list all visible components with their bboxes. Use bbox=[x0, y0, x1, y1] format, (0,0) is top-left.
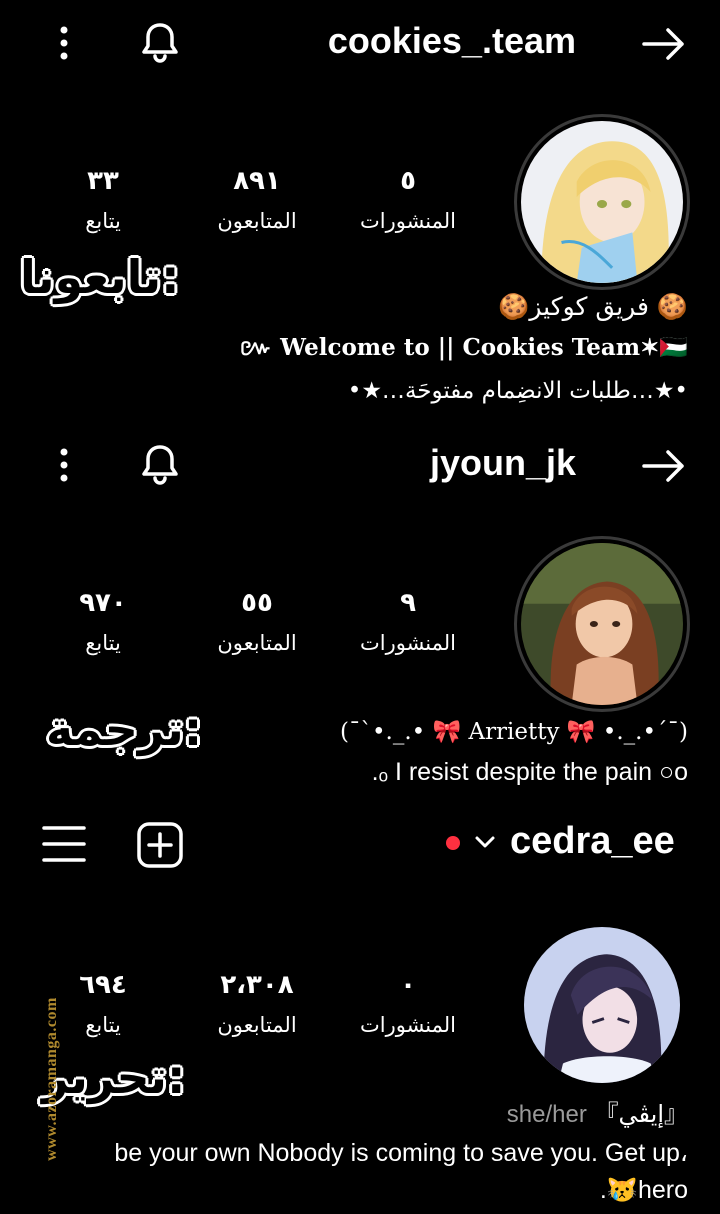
posts-count: ٠ bbox=[400, 970, 416, 1000]
followers-count: ٢،٣٠٨ bbox=[220, 970, 294, 1000]
profile-cedra-ee: cedra_ee ٠ المنشورات ٢،٣٠٨ المتابعون ٦٩٤… bbox=[0, 0, 720, 1214]
bio-line-1: be your own Nobody is coming to save you… bbox=[114, 1139, 688, 1167]
followers-label: المتابعون bbox=[217, 1013, 297, 1037]
live-dot-icon bbox=[446, 836, 460, 850]
profile-pronouns: she/her bbox=[506, 1101, 587, 1128]
stat-followers[interactable]: ٢،٣٠٨ المتابعون bbox=[182, 970, 332, 1040]
profile-avatar[interactable] bbox=[519, 922, 685, 1088]
profile-name-line: she/her 『إيڤي』 bbox=[507, 1094, 688, 1129]
menu-icon[interactable] bbox=[42, 824, 86, 864]
avatar-image bbox=[524, 927, 680, 1083]
profile-username[interactable]: cedra_ee bbox=[510, 820, 675, 863]
watermark-text: www.azoramanga.com bbox=[43, 997, 60, 1161]
chevron-down-icon[interactable] bbox=[474, 834, 496, 850]
bio-line-2: .😿hero bbox=[599, 1176, 688, 1204]
top-bar: cedra_ee bbox=[0, 814, 720, 874]
posts-label: المنشورات bbox=[359, 1013, 457, 1037]
overlay-editing: تحرير: bbox=[42, 1050, 186, 1104]
create-post-icon[interactable] bbox=[136, 822, 184, 868]
stat-posts[interactable]: ٠ المنشورات bbox=[333, 970, 483, 1040]
profile-display-name: 『إيڤي』 bbox=[594, 1100, 689, 1128]
